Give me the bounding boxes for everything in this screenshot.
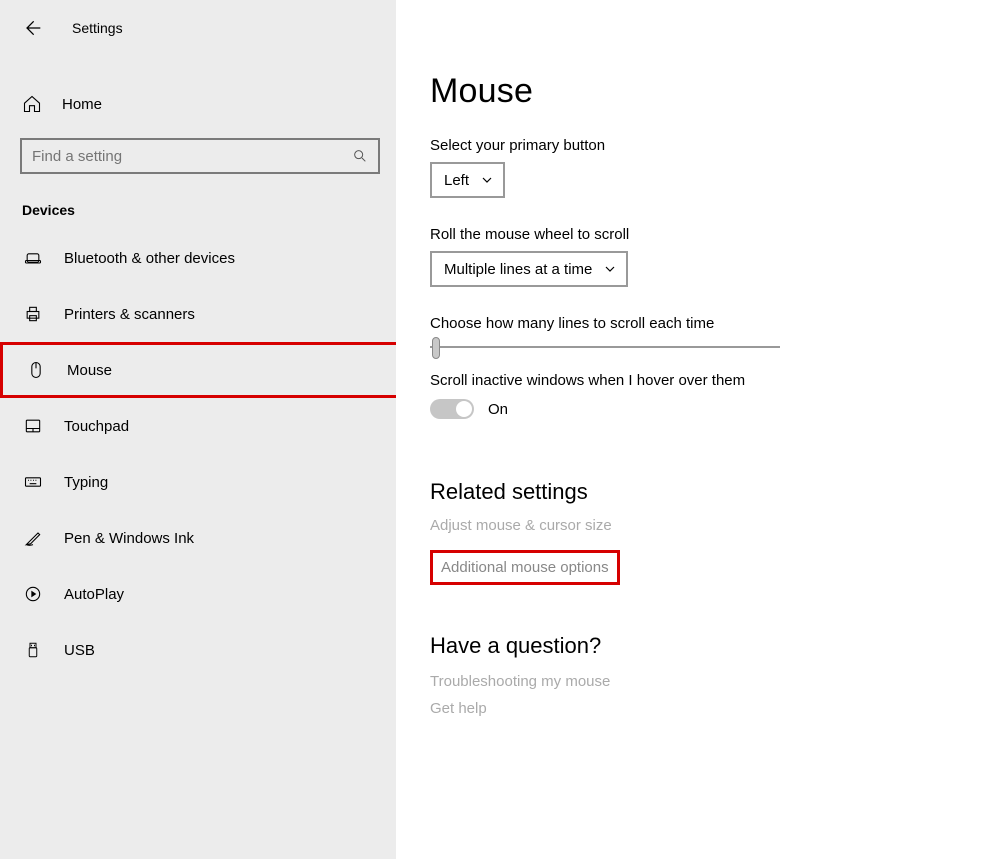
have-a-question-heading: Have a question?: [430, 633, 993, 659]
lines-slider[interactable]: [430, 346, 780, 348]
sidebar-item-typing[interactable]: Typing: [0, 454, 400, 510]
sidebar-item-label: Mouse: [67, 362, 112, 379]
sidebar-item-mouse[interactable]: Mouse: [0, 342, 400, 398]
select-value: Multiple lines at a time: [444, 261, 592, 278]
chevron-down-icon: [604, 263, 616, 275]
usb-icon: [22, 639, 44, 661]
page-title: Mouse: [430, 72, 993, 111]
primary-button-select[interactable]: Left: [430, 162, 505, 198]
related-settings-heading: Related settings: [430, 479, 993, 505]
sidebar-item-autoplay[interactable]: AutoPlay: [0, 566, 400, 622]
home-label: Home: [62, 96, 102, 113]
hover-toggle[interactable]: [430, 399, 474, 419]
bluetooth-icon: [22, 247, 44, 269]
sidebar-item-touchpad[interactable]: Touchpad: [0, 398, 400, 454]
hover-toggle-row: On: [430, 399, 993, 419]
sidebar-item-home[interactable]: Home: [0, 84, 400, 124]
sidebar-item-usb[interactable]: USB: [0, 622, 400, 678]
sidebar-item-label: Pen & Windows Ink: [64, 530, 194, 547]
slider-track: [430, 346, 780, 348]
sidebar-item-label: Touchpad: [64, 418, 129, 435]
link-troubleshoot-mouse[interactable]: Troubleshooting my mouse: [430, 673, 993, 690]
hover-label: Scroll inactive windows when I hover ove…: [430, 372, 993, 389]
sidebar-item-label: Bluetooth & other devices: [64, 250, 235, 267]
toggle-knob: [456, 401, 472, 417]
sidebar-item-printers[interactable]: Printers & scanners: [0, 286, 400, 342]
chevron-down-icon: [481, 174, 493, 186]
back-arrow-icon[interactable]: [20, 16, 44, 40]
hover-toggle-value: On: [488, 401, 508, 418]
sidebar-item-label: AutoPlay: [64, 586, 124, 603]
search-box[interactable]: [20, 138, 380, 174]
link-get-help[interactable]: Get help: [430, 700, 993, 717]
main-content: Mouse Select your primary button Left Ro…: [400, 0, 993, 859]
lines-label: Choose how many lines to scroll each tim…: [430, 315, 993, 332]
sidebar-section-devices: Devices: [0, 174, 400, 230]
link-additional-mouse-options[interactable]: Additional mouse options: [430, 550, 620, 585]
sidebar-item-bluetooth[interactable]: Bluetooth & other devices: [0, 230, 400, 286]
sidebar-item-label: Printers & scanners: [64, 306, 195, 323]
window-title: Settings: [72, 20, 123, 36]
printer-icon: [22, 303, 44, 325]
mouse-icon: [25, 359, 47, 381]
scroll-mode-select[interactable]: Multiple lines at a time: [430, 251, 628, 287]
select-value: Left: [444, 172, 469, 189]
sidebar-item-label: USB: [64, 642, 95, 659]
touchpad-icon: [22, 415, 44, 437]
sidebar-item-pen[interactable]: Pen & Windows Ink: [0, 510, 400, 566]
slider-thumb[interactable]: [432, 337, 440, 359]
primary-button-label: Select your primary button: [430, 137, 993, 154]
window-header: Settings: [0, 10, 400, 46]
sidebar-item-label: Typing: [64, 474, 108, 491]
home-icon: [22, 94, 42, 114]
pen-icon: [22, 527, 44, 549]
sidebar: Settings Home Devices Bluetooth & other …: [0, 0, 400, 859]
search-container: [20, 138, 380, 174]
keyboard-icon: [22, 471, 44, 493]
search-input[interactable]: [32, 148, 352, 165]
sidebar-nav: Bluetooth & other devices Printers & sca…: [0, 230, 400, 678]
autoplay-icon: [22, 583, 44, 605]
scroll-mode-label: Roll the mouse wheel to scroll: [430, 226, 993, 243]
link-adjust-cursor[interactable]: Adjust mouse & cursor size: [430, 517, 993, 534]
search-icon: [352, 148, 368, 164]
